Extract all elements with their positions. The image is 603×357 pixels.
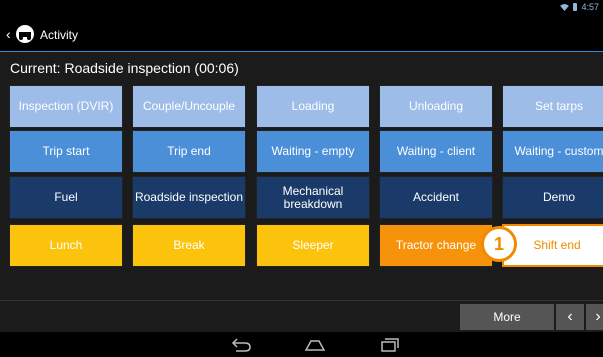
tile-waiting-empty[interactable]: Waiting - empty [256,130,370,173]
tile-roadside-inspection[interactable]: Roadside inspection [132,176,246,219]
app-logo-icon[interactable] [15,24,35,44]
tile-inspection-dvir[interactable]: Inspection (DVIR) [9,85,123,128]
up-chevron-icon[interactable]: ‹ [6,27,11,41]
recents-icon [381,338,399,352]
current-activity-text: Current: Roadside inspection (00:06) [10,60,239,76]
tile-couple-uncouple[interactable]: Couple/Uncouple [132,85,246,128]
nav-recents-button[interactable] [376,336,402,354]
footer-divider [0,300,603,301]
tile-sleeper[interactable]: Sleeper [256,224,370,267]
tile-loading[interactable]: Loading [256,85,370,128]
status-icons: 4:57 [560,2,599,12]
wifi-icon [560,3,570,11]
step-number-badge: 1 [481,226,517,262]
tile-set-tarps[interactable]: Set tarps [502,85,603,128]
chevron-left-icon: ‹ [567,308,573,325]
status-time: 4:57 [581,2,599,12]
battery-icon [573,3,578,11]
tile-fuel[interactable]: Fuel [9,176,123,219]
chevron-right-icon: › [595,308,601,325]
app-title: Activity [40,28,79,42]
tile-demo[interactable]: Demo [502,176,603,219]
tile-accident[interactable]: Accident [379,176,493,219]
status-bar: 4:57 [0,0,603,16]
tile-unloading[interactable]: Unloading [379,85,493,128]
next-page-button[interactable]: › [586,304,603,330]
tile-lunch[interactable]: Lunch [9,224,123,267]
previous-page-button[interactable]: ‹ [556,304,584,330]
tile-waiting-custom[interactable]: Waiting - custom [502,130,603,173]
tile-waiting-client[interactable]: Waiting - client [379,130,493,173]
nav-home-button[interactable] [302,336,328,354]
tile-break[interactable]: Break [132,224,246,267]
home-icon [304,340,326,351]
tile-tractor-change[interactable]: Tractor change [379,224,493,267]
back-arrow-icon [231,338,251,352]
tile-trip-start[interactable]: Trip start [9,130,123,173]
action-bar: ‹ Activity [0,16,603,52]
system-nav-bar [0,332,603,357]
nav-back-button[interactable] [228,336,254,354]
tile-trip-end[interactable]: Trip end [132,130,246,173]
more-button[interactable]: More [460,304,554,330]
tile-mechanical-breakdown[interactable]: Mechanical breakdown [256,176,370,219]
tile-shift-end[interactable]: Shift end [502,224,603,267]
